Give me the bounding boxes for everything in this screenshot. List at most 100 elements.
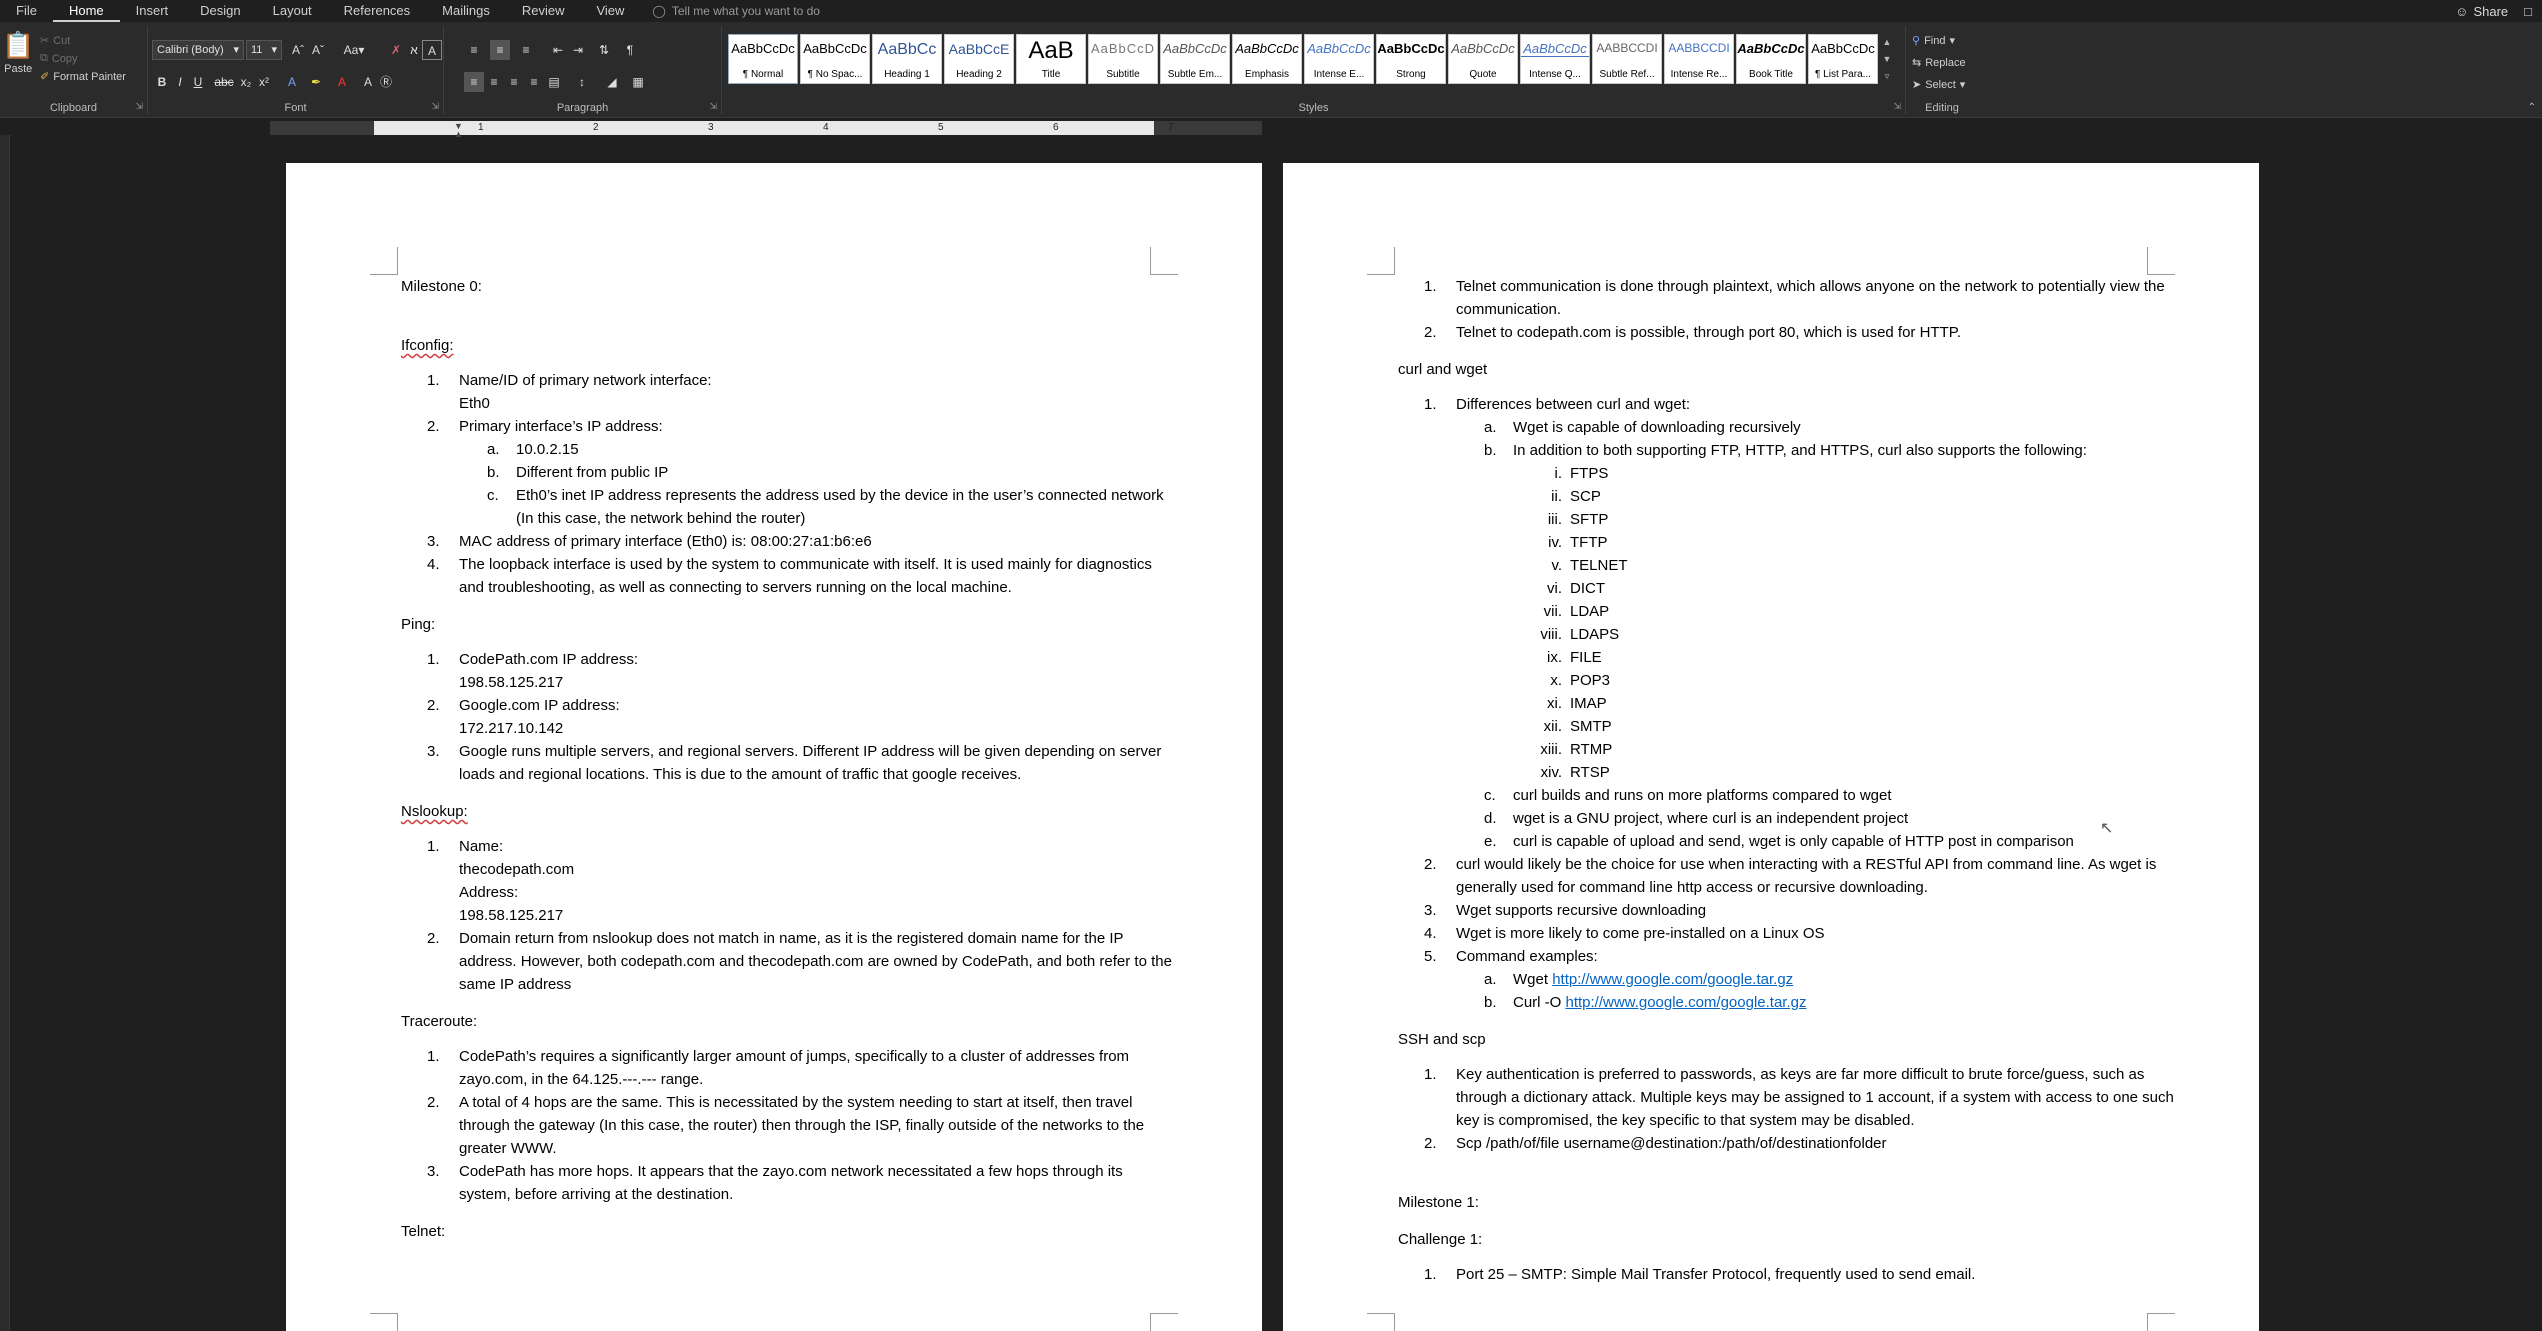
line-spacing-icon[interactable]: ↕ <box>572 72 592 92</box>
sort-icon[interactable]: ⇅ <box>594 40 614 60</box>
styles-gallery: AaBbCcDc ¶ Normal AaBbCcDc ¶ No Spac... Aa… <box>728 34 1878 84</box>
italic-icon[interactable]: I <box>170 72 190 92</box>
list-item: 2. curl would likely be the choice for us… <box>1424 856 2157 896</box>
nslookup-list: 1. Name: thecodepath.com Address: 198.58… <box>401 835 1178 996</box>
paste-button[interactable]: 📋 Paste <box>2 30 34 75</box>
style-quote[interactable]: AaBbCcDc Quote <box>1448 34 1518 84</box>
font-size-combo[interactable]: 11 ▾ <box>246 40 282 60</box>
tab-file[interactable]: File <box>0 0 53 22</box>
milestone-0-title: Milestone 0: <box>401 278 482 295</box>
share-button[interactable]: ☺ Share <box>2455 4 2508 19</box>
style-subtle-emphasis[interactable]: AaBbCcDc Subtle Em... <box>1160 34 1230 84</box>
replace-button[interactable]: ⇆ Replace <box>1912 56 1966 70</box>
tab-insert[interactable]: Insert <box>120 0 185 22</box>
style-no-spacing[interactable]: AaBbCcDc ¶ No Spac... <box>800 34 870 84</box>
paragraph-launcher-icon[interactable]: ⇲ <box>709 101 717 112</box>
phonetic-guide-icon[interactable]: א <box>404 40 424 60</box>
editing-group-label: Editing <box>1925 102 1959 114</box>
style-title[interactable]: AaB Title <box>1016 34 1086 84</box>
list-item: 1. CodePath’s requires a significantly la… <box>427 1048 1130 1088</box>
superscript-icon[interactable]: x² <box>254 72 274 92</box>
bold-icon[interactable]: B <box>152 72 172 92</box>
style-heading-2[interactable]: AaBbCcE Heading 2 <box>944 34 1014 84</box>
find-button[interactable]: ⚲ Find ▾ <box>1912 34 1955 48</box>
style-intense-emphasis[interactable]: AaBbCcDc Intense E... <box>1304 34 1374 84</box>
style-book-title[interactable]: AaBbCcDc Book Title <box>1736 34 1806 84</box>
tab-layout[interactable]: Layout <box>257 0 328 22</box>
underline-icon[interactable]: U <box>188 72 208 92</box>
list-item: b. Curl -O http://www.google.com/google.… <box>1484 994 1807 1011</box>
google-tar-link[interactable]: http://www.google.com/google.tar.gz <box>1552 971 1793 988</box>
lightbulb-icon: ◯ <box>652 4 666 18</box>
shrink-font-icon[interactable]: Aˇ <box>308 40 328 60</box>
grow-font-icon[interactable]: Aˆ <box>288 40 308 60</box>
align-center-icon[interactable]: ≡ <box>484 72 504 92</box>
numbering-icon[interactable]: ≡ <box>490 40 510 60</box>
chevron-up-icon[interactable]: ▲ <box>1880 34 1894 51</box>
list-item: 1. Port 25 – SMTP: Simple Mail Transfer P… <box>1424 1266 1976 1283</box>
hanging-indent-icon[interactable]: ▲ <box>454 129 463 139</box>
enclose-character-icon[interactable]: Ⓡ <box>376 72 396 92</box>
document-page-1[interactable]: Milestone 0: Ifconfig: 1. Name/ID of pri… <box>286 163 1262 1331</box>
styles-launcher-icon[interactable]: ⇲ <box>1893 101 1901 112</box>
chevron-down-icon: ▾ <box>271 44 277 56</box>
clipboard-launcher-icon[interactable]: ⇲ <box>135 101 143 112</box>
chevron-down-icon[interactable]: ▼ <box>1880 51 1894 68</box>
justify-icon[interactable]: ≡ <box>524 72 544 92</box>
change-case-icon[interactable]: Aa▾ <box>340 40 368 60</box>
select-button[interactable]: ➤ Select ▾ <box>1912 78 1965 92</box>
style-normal[interactable]: AaBbCcDc ¶ Normal <box>728 34 798 84</box>
cut-button[interactable]: ✂ Cut <box>40 34 70 48</box>
tab-references[interactable]: References <box>328 0 426 22</box>
font-launcher-icon[interactable]: ⇲ <box>431 101 439 112</box>
style-heading-1[interactable]: AaBbCc Heading 1 <box>872 34 942 84</box>
horizontal-ruler[interactable]: 1 2 3 4 5 6 7 ▼ ▲ <box>270 121 1262 139</box>
style-subtitle[interactable]: AaBbCcD Subtitle <box>1088 34 1158 84</box>
shading-icon[interactable]: ◢ <box>602 72 622 92</box>
paintbrush-icon: ✐ <box>40 71 50 83</box>
text-effects-icon[interactable]: A <box>282 72 302 92</box>
strikethrough-icon[interactable]: abc <box>214 72 234 92</box>
character-shading-icon[interactable]: A <box>358 72 378 92</box>
collapse-ribbon-icon[interactable]: ⌃ <box>2528 102 2536 113</box>
distributed-icon[interactable]: ▤ <box>544 72 564 92</box>
style-strong[interactable]: AaBbCcDc Strong <box>1376 34 1446 84</box>
comments-icon[interactable]: □ <box>2524 4 2532 19</box>
borders-icon[interactable]: ▦ <box>628 72 648 92</box>
clear-formatting-icon[interactable]: ✗ <box>386 40 406 60</box>
style-emphasis[interactable]: AaBbCcDc Emphasis <box>1232 34 1302 84</box>
tab-view[interactable]: View <box>580 0 640 22</box>
google-tar-link[interactable]: http://www.google.com/google.tar.gz <box>1566 994 1807 1011</box>
tab-home[interactable]: Home <box>52 0 120 22</box>
more-icon[interactable]: ▿ <box>1880 68 1894 85</box>
style-intense-quote[interactable]: AaBbCcDc Intense Q... <box>1520 34 1590 84</box>
tab-design[interactable]: Design <box>184 0 256 22</box>
tell-me-search[interactable]: ◯ Tell me what you want to do <box>652 4 820 18</box>
increase-indent-icon[interactable]: ⇥ <box>568 40 588 60</box>
format-painter-button[interactable]: ✐ Format Painter <box>40 70 126 84</box>
document-page-2[interactable]: 1. Telnet communication is done through p… <box>1283 163 2259 1331</box>
font-name-combo[interactable]: Calibri (Body) ▾ <box>152 40 244 60</box>
multilevel-list-icon[interactable]: ≡ <box>516 40 536 60</box>
tab-mailings[interactable]: Mailings <box>426 0 506 22</box>
style-subtle-reference[interactable]: AABBCCDI Subtle Ref... <box>1592 34 1662 84</box>
tab-review[interactable]: Review <box>506 0 581 22</box>
protocol-list-item: ii. SCP <box>1551 488 1601 505</box>
search-icon: ⚲ <box>1912 35 1921 47</box>
decrease-indent-icon[interactable]: ⇤ <box>548 40 568 60</box>
font-color-icon[interactable]: A <box>332 72 352 92</box>
style-intense-reference[interactable]: AABBCCDI Intense Re... <box>1664 34 1734 84</box>
list-item: 1. Differences between curl and wget: <box>1424 396 1691 413</box>
style-list-paragraph[interactable]: AaBbCcDc ¶ List Para... <box>1808 34 1878 84</box>
align-left-icon[interactable]: ≡ <box>464 72 484 92</box>
align-right-icon[interactable]: ≡ <box>504 72 524 92</box>
ribbon: 📋 Paste ✂ Cut ⧉ Copy ✐ Format Painter Cl… <box>0 22 2542 118</box>
crop-mark <box>1367 247 1395 275</box>
copy-button[interactable]: ⧉ Copy <box>40 52 78 65</box>
highlight-icon[interactable]: ✒ <box>306 72 326 92</box>
bullets-icon[interactable]: ≡ <box>464 40 484 60</box>
subscript-icon[interactable]: x₂ <box>236 72 256 92</box>
character-border-icon[interactable]: A <box>422 40 442 60</box>
show-formatting-icon[interactable]: ¶ <box>620 40 640 60</box>
styles-gallery-scroll[interactable]: ▲ ▼ ▿ <box>1880 34 1894 86</box>
